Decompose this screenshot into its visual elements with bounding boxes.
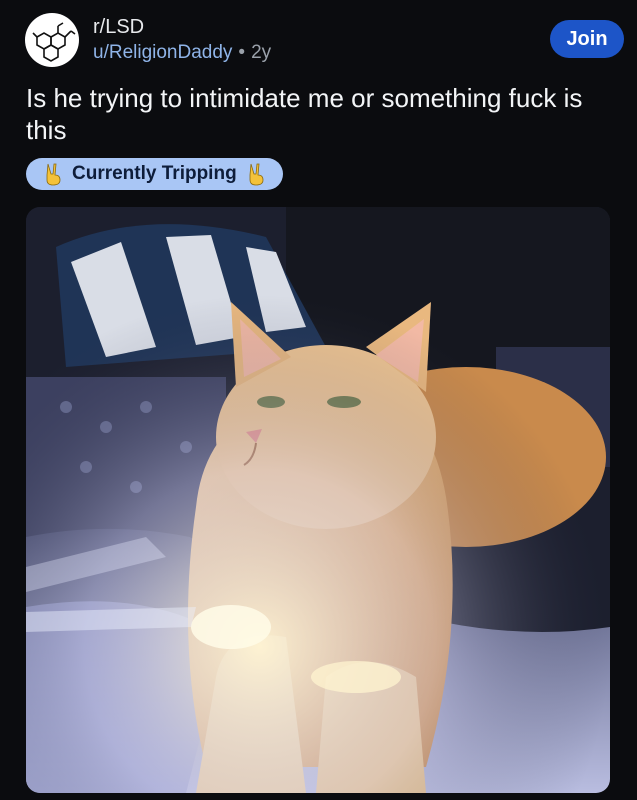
subreddit-name[interactable]: r/LSD [93, 15, 144, 39]
victory-hand-icon [42, 162, 64, 186]
separator-dot: • [238, 42, 246, 63]
author-link[interactable]: u/ReligionDaddy [93, 42, 232, 63]
post-title[interactable]: Is he trying to intimidate me or somethi… [26, 82, 606, 146]
join-button[interactable]: Join [550, 20, 624, 58]
cat-photo [26, 207, 610, 793]
post-age: 2y [251, 42, 272, 63]
post-card: r/LSD u/ReligionDaddy • 2y Join Is he tryi… [0, 0, 637, 800]
post-flair[interactable]: Currently Tripping [26, 158, 283, 190]
lsd-molecule-icon [32, 22, 76, 62]
subreddit-avatar[interactable] [25, 13, 79, 67]
victory-hand-icon [245, 162, 267, 186]
flair-label: Currently Tripping [72, 163, 237, 184]
author-line: u/ReligionDaddy • 2y [93, 41, 271, 65]
post-image[interactable] [26, 207, 610, 793]
